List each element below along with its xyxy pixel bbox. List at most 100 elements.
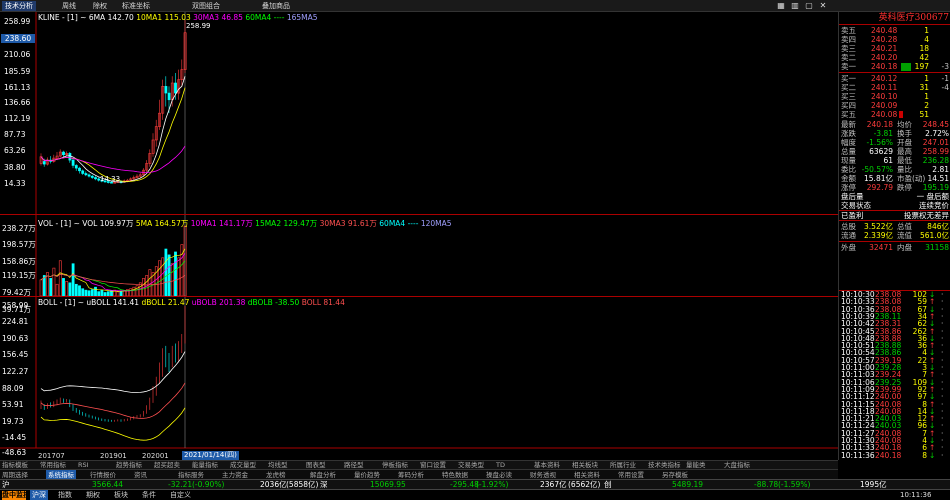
price-candle [138, 172, 142, 178]
capital-row: 流通 2.339亿 流值 561.0亿 [841, 231, 949, 240]
high-annotation: 258.99 [186, 22, 211, 30]
price-tick: 136.66 [4, 98, 31, 107]
quote-label: 最低 [897, 156, 912, 165]
bid-row[interactable]: 买四 240.09 2 [841, 101, 949, 110]
bid-row[interactable]: 买三 240.10 1 [841, 92, 949, 101]
bid-row[interactable]: 买一 240.12 1 -1 [841, 74, 949, 83]
trade-time: 10:11:36 [841, 450, 875, 460]
ask-volume: 1 [924, 26, 929, 35]
quote-value: -3.81 [873, 129, 893, 138]
ticker-bar: 盘中监控 沪深 指数 期权 板块 条件 自定义 10:11:36 [0, 489, 950, 500]
price-tick: 14.33 [4, 179, 26, 188]
monitor-button[interactable]: 盘中监控 [2, 491, 30, 500]
price-candle [161, 79, 165, 120]
volume-bar [164, 248, 168, 297]
trade-count-icon: · [941, 450, 944, 460]
ask-price: 240.21 [871, 44, 898, 53]
bid-price: 240.12 [871, 74, 898, 83]
chart-canvas [0, 12, 838, 449]
ma-info-2: 10MA1 115.03 [136, 13, 191, 22]
volume-bar [65, 281, 69, 297]
capital-value: 846亿 [927, 222, 949, 231]
quote-label: 金额 [841, 174, 856, 183]
quote-label: 总量 [841, 147, 856, 156]
price-candle [58, 149, 62, 158]
bid-label: 买二 [841, 83, 856, 92]
trade-row: 10:11:36 240.18 8 ↓ · [841, 450, 949, 460]
quote-row: 涨跌 -3.81 换手 2.72% [841, 129, 949, 138]
volume-bar [170, 263, 174, 297]
bid-volume: 31 [919, 83, 929, 92]
menu-coord[interactable]: 标准坐标 [122, 1, 150, 11]
bid-price: 240.08 [871, 110, 898, 119]
boll-info-line: BOLL - [1] ~ uBOLL 141.41 dBOLL 21.47 uB… [38, 298, 345, 307]
ask-row[interactable]: 卖二 240.20 42 [841, 53, 949, 62]
boll-info-0: BOLL - [1] ~ uBOLL 141.41 [38, 298, 140, 307]
window-grid-icon[interactable]: ▦ [776, 1, 786, 11]
stock-title[interactable]: 英科医疗300677 [839, 12, 950, 25]
tech-analysis-tab[interactable]: 技术分析 [2, 1, 36, 11]
chart-area[interactable]: KLINE - [1] ~ 6MA 142.70 10MA1 115.03 30… [0, 12, 838, 460]
quote-row: 涨停 292.79 跌停 195.19 [841, 183, 949, 192]
price-candle [177, 69, 181, 100]
vol-info-2: 10MA1 141.17万 [190, 219, 253, 228]
ask-label: 卖四 [841, 35, 856, 44]
volume-bar [135, 285, 139, 297]
status-row: 交易状态 连续竞价 [841, 201, 949, 210]
bid-price: 240.11 [871, 83, 898, 92]
quote-value: 247.01 [922, 138, 949, 147]
status-value: 连续竞价 [919, 201, 949, 210]
menu-period[interactable]: 周线 [62, 1, 76, 11]
volume-bar [132, 286, 136, 297]
capital-label: 流通 [841, 231, 856, 240]
bid-change: -4 [941, 83, 949, 92]
price-candle [46, 157, 49, 166]
ticker-tab[interactable]: 期权 [86, 490, 100, 500]
bid-row[interactable]: 买五 240.08 51 [841, 110, 949, 119]
ma-info-3: 30MA3 46.85 [193, 13, 243, 22]
bid-row[interactable]: 买二 240.11 31 -4 [841, 83, 949, 92]
boll-tick: 19.73 [2, 417, 24, 426]
menu-overlay[interactable]: 叠加商品 [262, 1, 290, 11]
ticker-tab[interactable]: 条件 [142, 490, 156, 500]
boll-info-2: uBOLB 201.38 [191, 298, 246, 307]
price-candle [87, 173, 91, 178]
ma10-line [40, 87, 186, 182]
ticker-tab[interactable]: 沪深 [30, 490, 48, 500]
ticker-tab[interactable]: 指数 [58, 490, 72, 500]
boll-mid-line [40, 382, 186, 419]
window-max-icon[interactable]: ▢ [804, 1, 814, 11]
x-label: 201901 [100, 452, 127, 460]
clock: 10:11:36 [900, 491, 932, 499]
quote-value: 14.51 [927, 174, 949, 183]
window-split-icon[interactable]: ▥ [790, 1, 800, 11]
volume-bar [55, 283, 59, 297]
quote-value: 248.45 [922, 120, 949, 129]
price-candle [132, 175, 136, 181]
outer-value: 32471 [869, 243, 893, 252]
cursor-date-label: 2021/01/14(四) [182, 451, 239, 460]
ticker-tab[interactable]: 自定义 [170, 490, 191, 500]
price-tick: 112.19 [4, 114, 31, 123]
quote-value: -1.56% [866, 138, 893, 147]
ask-row[interactable]: 卖四 240.28 4 [841, 35, 949, 44]
menu-exright[interactable]: 除权 [93, 1, 107, 11]
ask-row[interactable]: 卖一 240.18 197 -3 [841, 62, 949, 71]
indicator-tabs: 指标模板 常用指标 RSI 趋势指标 超买超卖 能量指标 成交量型 均线型 图表型 路径型 停板指标… [0, 460, 838, 469]
menu-dual[interactable]: 双图组合 [192, 1, 220, 11]
ma30-line [40, 145, 186, 173]
boll-tick: 190.63 [2, 334, 29, 343]
vol-tick: 119.15万 [2, 271, 36, 280]
ask-volume-bar [901, 63, 911, 71]
ma6-line [40, 76, 186, 183]
ask-label: 卖二 [841, 53, 856, 62]
ask-row[interactable]: 卖三 240.21 18 [841, 44, 949, 53]
boll-tick: 224.81 [2, 317, 29, 326]
status-row: 已盈利 投票权无差异 [841, 211, 949, 220]
quote-label: 涨停 [841, 183, 856, 192]
ticker-tab[interactable]: 板块 [114, 490, 128, 500]
window-close-icon[interactable]: ✕ [818, 1, 828, 11]
ask-price: 240.28 [871, 35, 898, 44]
boll-info-4: BOLL 81.44 [301, 298, 345, 307]
ask-row[interactable]: 卖五 240.48 1 [841, 26, 949, 35]
